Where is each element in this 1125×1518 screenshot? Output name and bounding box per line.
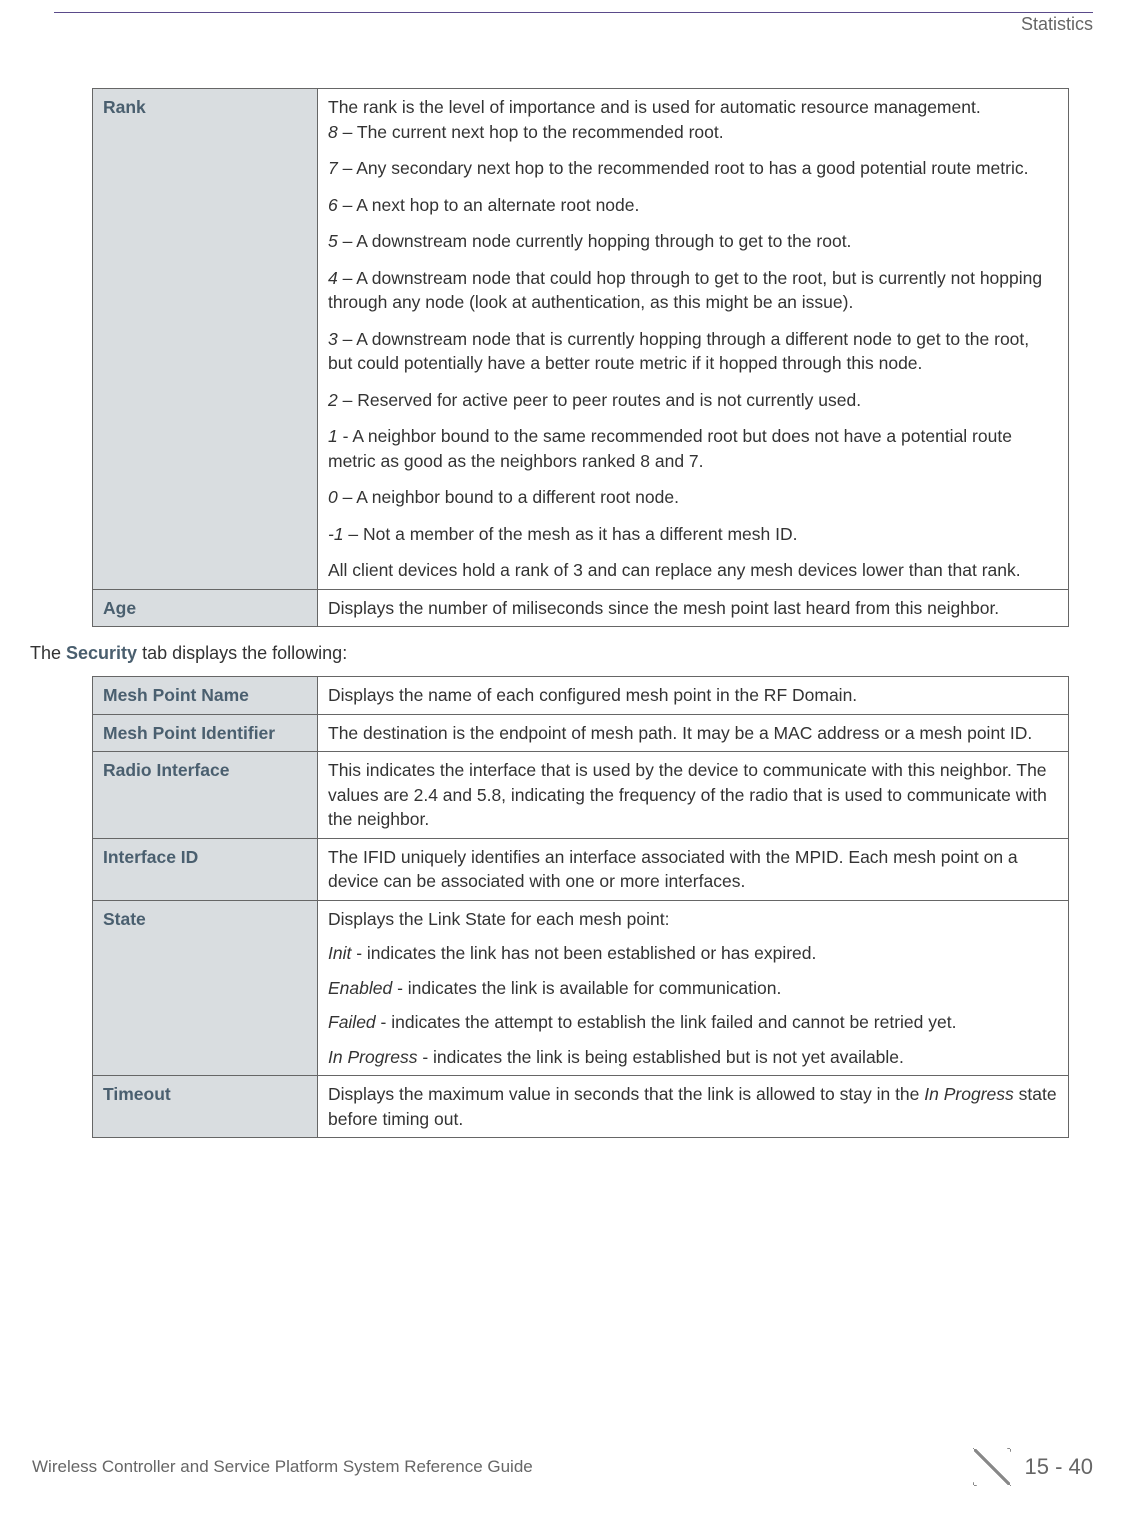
rank-label: Rank [93, 89, 318, 590]
state-label: State [93, 900, 318, 1076]
security-intro: The Security tab displays the following: [30, 643, 1069, 664]
interface-id-desc: The IFID uniquely identifies an interfac… [318, 838, 1069, 900]
mesh-point-id-desc: The destination is the endpoint of mesh … [318, 714, 1069, 752]
radio-interface-label: Radio Interface [93, 752, 318, 839]
rank-num: 0 [328, 487, 338, 507]
rank-num: 3 [328, 329, 338, 349]
rank-num: 8 [328, 122, 338, 142]
header-rule [54, 12, 1093, 13]
age-description: Displays the number of miliseconds since… [318, 589, 1069, 627]
table-row: Interface ID The IFID uniquely identifie… [93, 838, 1069, 900]
table-row: Timeout Displays the maximum value in se… [93, 1076, 1069, 1138]
slash-icon [973, 1448, 1011, 1486]
table-row: Mesh Point Name Displays the name of eac… [93, 677, 1069, 715]
rank-num: 2 [328, 390, 338, 410]
state-name: Failed [328, 1012, 376, 1032]
rank-intro: The rank is the level of importance and … [328, 97, 981, 117]
table-security: Mesh Point Name Displays the name of eac… [92, 676, 1069, 1138]
table-row: Rank The rank is the level of importance… [93, 89, 1069, 590]
rank-num: 1 [328, 426, 338, 446]
page-number: 15 - 40 [1025, 1454, 1094, 1480]
header-section: Statistics [1021, 14, 1093, 35]
state-name: Init [328, 943, 351, 963]
rank-num: 7 [328, 158, 338, 178]
footer-title: Wireless Controller and Service Platform… [32, 1457, 533, 1477]
age-label: Age [93, 589, 318, 627]
table-row: State Displays the Link State for each m… [93, 900, 1069, 1076]
mesh-point-name-label: Mesh Point Name [93, 677, 318, 715]
footer-page: 15 - 40 [973, 1448, 1094, 1486]
rank-num: 4 [328, 268, 338, 288]
page-footer: Wireless Controller and Service Platform… [32, 1448, 1093, 1486]
table-row: Age Displays the number of miliseconds s… [93, 589, 1069, 627]
rank-outro: All client devices hold a rank of 3 and … [328, 558, 1058, 583]
table-row: Radio Interface This indicates the inter… [93, 752, 1069, 839]
state-intro: Displays the Link State for each mesh po… [328, 907, 1058, 932]
mesh-point-id-label: Mesh Point Identifier [93, 714, 318, 752]
timeout-italic: In Progress [924, 1084, 1013, 1104]
page-content: Rank The rank is the level of importance… [92, 88, 1069, 1138]
mesh-point-name-desc: Displays the name of each configured mes… [318, 677, 1069, 715]
rank-description: The rank is the level of importance and … [318, 89, 1069, 590]
radio-interface-desc: This indicates the interface that is use… [318, 752, 1069, 839]
timeout-label: Timeout [93, 1076, 318, 1138]
rank-num: 5 [328, 231, 338, 251]
state-name: In Progress [328, 1047, 417, 1067]
state-description: Displays the Link State for each mesh po… [318, 900, 1069, 1076]
rank-num: 6 [328, 195, 338, 215]
rank-num: -1 [328, 524, 344, 544]
table-rank-age: Rank The rank is the level of importance… [92, 88, 1069, 627]
security-bold: Security [66, 643, 137, 663]
table-row: Mesh Point Identifier The destination is… [93, 714, 1069, 752]
interface-id-label: Interface ID [93, 838, 318, 900]
timeout-description: Displays the maximum value in seconds th… [318, 1076, 1069, 1138]
state-name: Enabled [328, 978, 392, 998]
